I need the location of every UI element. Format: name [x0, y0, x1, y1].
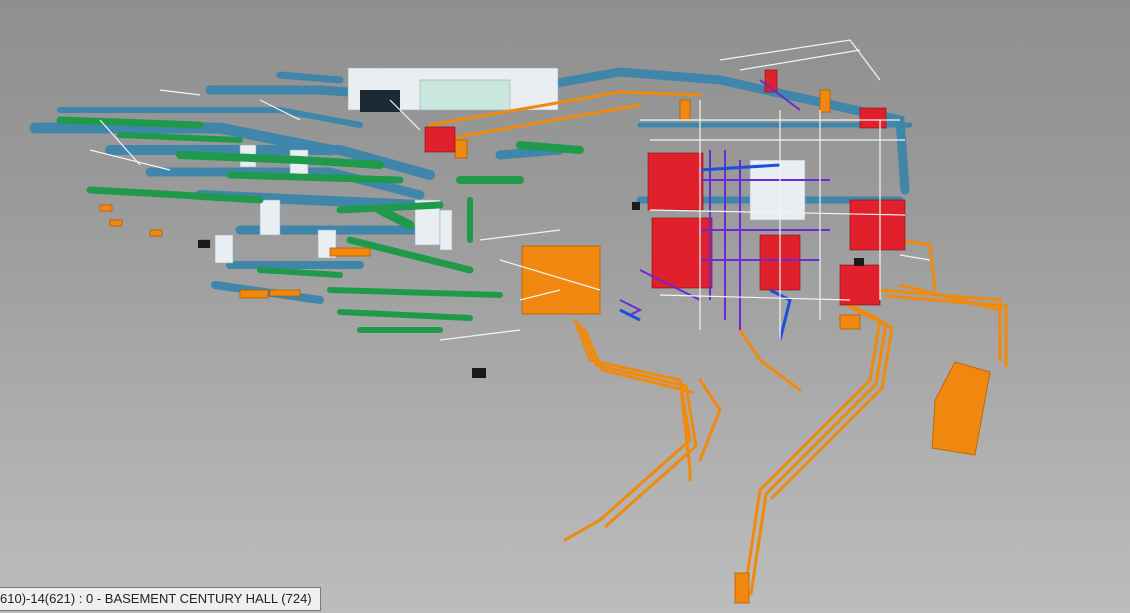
status-label: 610)-14(621) : 0 - BASEMENT CENTURY HALL… — [0, 587, 321, 611]
bim-model-3d-view[interactable] — [0, 0, 1130, 613]
electrical-equipment — [99, 89, 991, 604]
ahu-dark-face — [360, 90, 400, 112]
switchgear-cabinet — [521, 245, 601, 315]
conduit-riser — [734, 572, 750, 604]
electrical-conduit-runs — [428, 90, 1008, 596]
transformer-unit — [931, 361, 991, 456]
model-viewport[interactable] — [0, 0, 1130, 613]
